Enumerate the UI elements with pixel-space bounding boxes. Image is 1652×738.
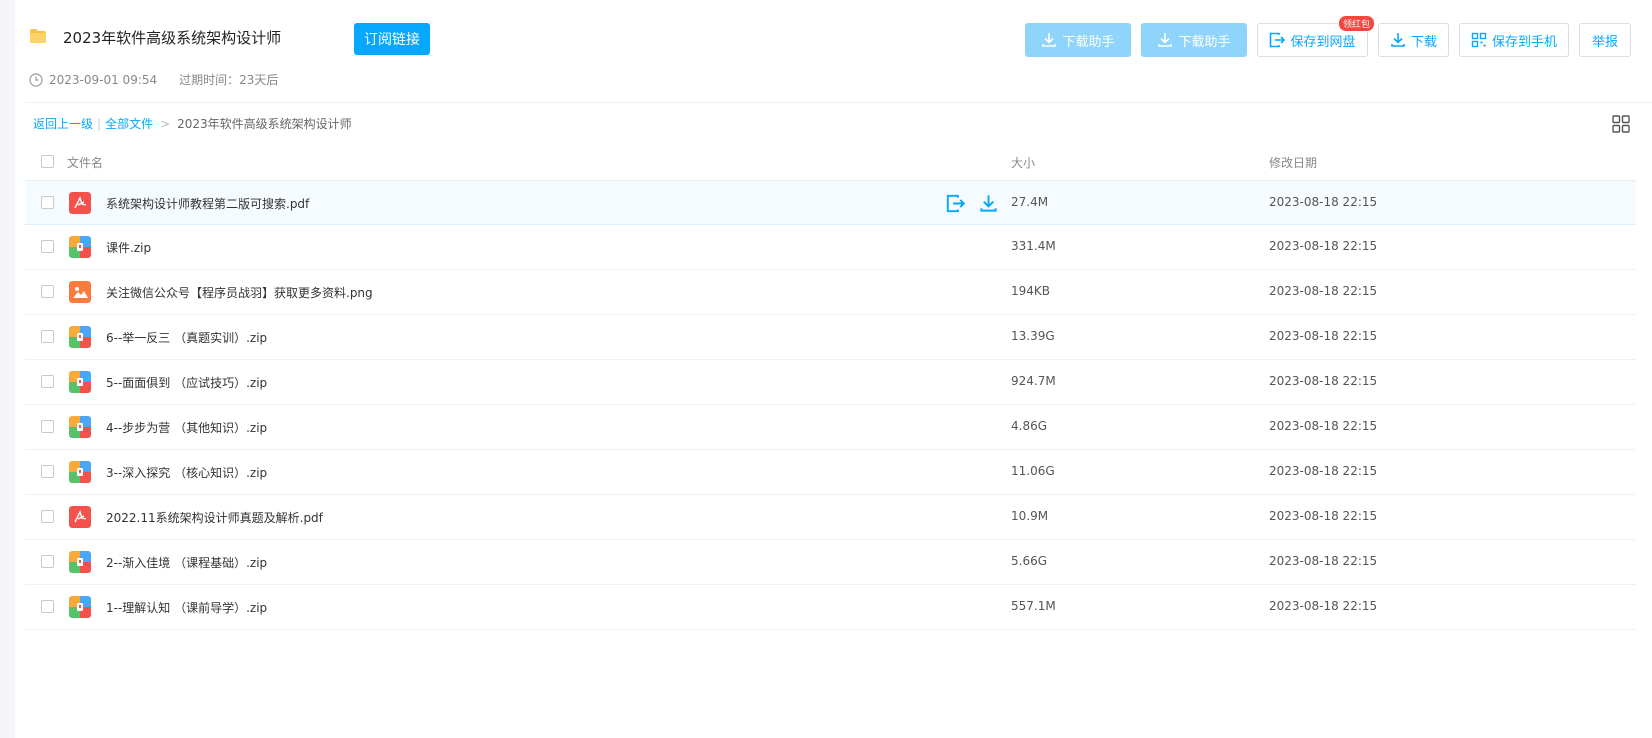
table-row[interactable]: 课件.zip 331.4M 2023-08-18 22:15 <box>25 225 1636 270</box>
save-to-disk-button[interactable]: 保存到网盘 领红包 <box>1257 15 1375 57</box>
file-date: 2023-08-18 22:15 <box>1269 374 1378 388</box>
file-name[interactable]: 3--深入探究 （核心知识）.zip <box>106 464 267 481</box>
file-size: 13.39G <box>1011 329 1055 343</box>
zip-file-icon <box>69 551 91 573</box>
file-name[interactable]: 6--举一反三 （真题实训）.zip <box>106 329 267 346</box>
pdf-file-icon <box>69 192 91 214</box>
file-date: 2023-08-18 22:15 <box>1269 284 1378 298</box>
table-row[interactable]: 6--举一反三 （真题实训）.zip 13.39G 2023-08-18 22:… <box>25 315 1636 360</box>
expire-time: 过期时间：23天后 <box>179 73 279 87</box>
breadcrumb-all-files[interactable]: 全部文件 <box>105 115 153 132</box>
file-size: 5.66G <box>1011 554 1048 568</box>
table-row[interactable]: 关注微信公众号【程序员战羽】获取更多资料.png 194KB 2023-08-1… <box>25 270 1636 315</box>
table-row[interactable]: 系统架构设计师教程第二版可搜索.pdf 27.4M 2023-08-18 22:… <box>25 180 1636 225</box>
file-share-panel: 2023年软件高级系统架构设计师 订阅链接 2023-09-01 09:54 过… <box>15 0 1652 738</box>
row-checkbox[interactable] <box>41 465 54 478</box>
file-date: 2023-08-18 22:15 <box>1269 464 1378 478</box>
file-size: 194KB <box>1011 284 1051 298</box>
row-checkbox[interactable] <box>41 420 54 433</box>
file-name[interactable]: 2--渐入佳境 （课程基础）.zip <box>106 554 267 571</box>
table-row[interactable]: 4--步步为营 （其他知识）.zip 4.86G 2023-08-18 22:1… <box>25 405 1636 450</box>
row-checkbox[interactable] <box>41 240 54 253</box>
download-button[interactable]: 下载 <box>1378 23 1449 57</box>
row-actions <box>946 194 998 213</box>
header-divider <box>25 102 1652 103</box>
file-size: 11.06G <box>1011 464 1055 478</box>
row-checkbox[interactable] <box>41 330 54 343</box>
file-size: 10.9M <box>1011 509 1049 523</box>
breadcrumb-separator: > <box>160 116 171 131</box>
breadcrumb: 返回上一级 | 全部文件 > 2023年软件高级系统架构设计师 <box>33 115 352 132</box>
file-name[interactable]: 系统架构设计师教程第二版可搜索.pdf <box>106 195 309 212</box>
row-checkbox[interactable] <box>41 555 54 568</box>
file-name[interactable]: 课件.zip <box>106 239 151 256</box>
file-date: 2023-08-18 22:15 <box>1269 599 1378 613</box>
table-row[interactable]: 3--深入探究 （核心知识）.zip 11.06G 2023-08-18 22:… <box>25 450 1636 495</box>
file-list: 系统架构设计师教程第二版可搜索.pdf 27.4M 2023-08-18 22:… <box>25 180 1636 630</box>
download-helper-button-2[interactable]: 下载助手 <box>1141 23 1247 57</box>
download-helper-button-1[interactable]: 下载助手 <box>1025 23 1131 57</box>
file-date: 2023-08-18 22:15 <box>1269 554 1378 568</box>
file-size: 27.4M <box>1011 195 1049 209</box>
file-date: 2023-08-18 22:15 <box>1269 329 1378 343</box>
zip-file-icon <box>69 236 91 258</box>
table-row[interactable]: 2022.11系统架构设计师真题及解析.pdf 10.9M 2023-08-18… <box>25 495 1636 540</box>
breadcrumb-current: 2023年软件高级系统架构设计师 <box>177 117 352 131</box>
table-row[interactable]: 2--渐入佳境 （课程基础）.zip 5.66G 2023-08-18 22:1… <box>25 540 1636 585</box>
file-name[interactable]: 1--理解认知 （课前导学）.zip <box>106 599 267 616</box>
save-to-disk-icon <box>1270 32 1286 48</box>
file-size: 924.7M <box>1011 374 1056 388</box>
save-to-disk-icon[interactable] <box>946 194 965 213</box>
share-meta: 2023-09-01 09:54 过期时间：23天后 <box>29 71 278 88</box>
table-row[interactable]: 5--面面俱到 （应试技巧）.zip 924.7M 2023-08-18 22:… <box>25 360 1636 405</box>
report-button[interactable]: 举报 <box>1579 23 1631 57</box>
file-name[interactable]: 2022.11系统架构设计师真题及解析.pdf <box>106 509 323 526</box>
download-icon <box>1158 33 1173 47</box>
zip-file-icon <box>69 371 91 393</box>
file-name[interactable]: 5--面面俱到 （应试技巧）.zip <box>106 374 267 391</box>
zip-file-icon <box>69 461 91 483</box>
column-size: 大小 <box>1011 156 1036 170</box>
download-icon <box>1391 33 1405 47</box>
row-checkbox[interactable] <box>41 600 54 613</box>
file-date: 2023-08-18 22:15 <box>1269 419 1378 433</box>
breadcrumb-back[interactable]: 返回上一级 <box>33 115 93 132</box>
qr-code-icon <box>1471 32 1487 48</box>
download-icon <box>1042 33 1057 47</box>
file-size: 557.1M <box>1011 599 1056 613</box>
row-checkbox[interactable] <box>41 510 54 523</box>
column-name: 文件名 <box>67 156 104 170</box>
grid-view-icon[interactable] <box>1612 115 1630 133</box>
table-row[interactable]: 1--理解认知 （课前导学）.zip 557.1M 2023-08-18 22:… <box>25 585 1636 630</box>
select-all-checkbox[interactable] <box>41 155 54 168</box>
row-checkbox[interactable] <box>41 196 54 209</box>
download-icon[interactable] <box>979 194 998 213</box>
table-header: 文件名 大小 修改日期 <box>25 142 1636 180</box>
file-name[interactable]: 关注微信公众号【程序员战羽】获取更多资料.png <box>106 284 373 301</box>
file-date: 2023-08-18 22:15 <box>1269 509 1378 523</box>
file-size: 4.86G <box>1011 419 1048 433</box>
clock-icon <box>29 72 43 87</box>
zip-file-icon <box>69 326 91 348</box>
share-date: 2023-09-01 09:54 <box>49 72 158 87</box>
red-packet-badge: 领红包 <box>1337 15 1375 32</box>
file-date: 2023-08-18 22:15 <box>1269 239 1378 253</box>
zip-file-icon <box>69 596 91 618</box>
file-size: 331.4M <box>1011 239 1056 253</box>
file-date: 2023-08-18 22:15 <box>1269 195 1378 209</box>
image-file-icon <box>69 281 91 303</box>
column-date: 修改日期 <box>1269 156 1318 170</box>
action-toolbar: 下载助手 下载助手 保存到网盘 领红包 下载 保存到手机 举报 <box>15 15 1652 57</box>
file-name[interactable]: 4--步步为营 （其他知识）.zip <box>106 419 267 436</box>
save-to-phone-button[interactable]: 保存到手机 <box>1459 23 1569 57</box>
pdf-file-icon <box>69 506 91 528</box>
row-checkbox[interactable] <box>41 285 54 298</box>
zip-file-icon <box>69 416 91 438</box>
row-checkbox[interactable] <box>41 375 54 388</box>
